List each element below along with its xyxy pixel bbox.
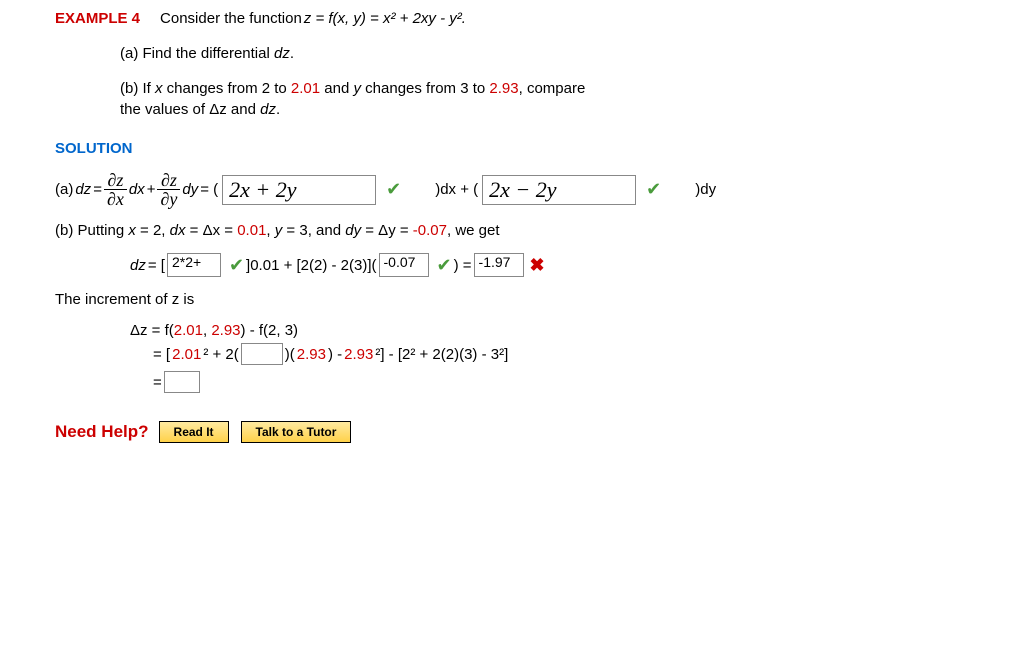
sol-b-dx: dx	[170, 222, 186, 239]
input-dy-val[interactable]: -0.07	[379, 253, 429, 277]
sol-a-eq2: = (	[200, 181, 218, 198]
inc-l2b: ² + 2(	[203, 346, 238, 363]
solb2-dz: dz	[130, 257, 146, 274]
sol-a-end: )dy	[695, 181, 716, 198]
sol-a-mid: )dx + (	[435, 181, 478, 198]
part-b-pre: (b) If	[120, 80, 155, 97]
input-result[interactable]: -1.97	[474, 253, 524, 277]
increment-label: The increment of z is	[55, 291, 1004, 308]
sol-a-eq: =	[93, 181, 102, 198]
fraction-dz-dx: ∂z ∂x	[104, 171, 127, 208]
sol-b-eq3: = 3, and	[282, 222, 345, 239]
check-icon: ✔	[646, 179, 661, 200]
part-b-y: y	[354, 80, 362, 97]
inc-l2e: ²] - [2² + 2(2)(3) - 3²]	[375, 346, 508, 363]
inc-l2c: )(	[285, 346, 295, 363]
talk-to-tutor-button[interactable]: Talk to a Tutor	[241, 421, 352, 443]
sol-a-dx: dx	[129, 181, 145, 198]
sol-a-dy: dy	[182, 181, 198, 198]
solb2-mid2: ) =	[454, 257, 472, 274]
sol-a-plus: +	[147, 181, 156, 198]
check-icon: ✔	[386, 179, 401, 200]
need-help-label: Need Help?	[55, 422, 149, 442]
check-icon: ✔	[229, 255, 244, 276]
frac2-num: ∂z	[157, 171, 180, 190]
example-prompt: Consider the function	[160, 10, 302, 27]
part-a-period: .	[290, 45, 294, 62]
inc-l2r3: 2.93	[344, 346, 373, 363]
inc-l2d: ) -	[328, 346, 342, 363]
example-label: EXAMPLE 4	[55, 10, 140, 27]
input-blank-2[interactable]	[164, 371, 200, 393]
input-term1[interactable]: 2*2+	[167, 253, 221, 277]
sol-b-pre: (b) Putting	[55, 222, 128, 239]
read-it-button[interactable]: Read It	[159, 421, 229, 443]
check-icon: ✔	[437, 255, 452, 276]
inc-l2r1: 2.01	[172, 346, 201, 363]
inc-l1a: Δz = f(	[130, 322, 174, 339]
inc-l1c: ) - f(2, 3)	[241, 322, 299, 339]
inc-l3: =	[153, 374, 162, 391]
sol-b-v2: -0.07	[413, 222, 447, 239]
sol-b-v1: 0.01	[237, 222, 266, 239]
example-equation: z = f(x, y) = x² + 2xy - y².	[304, 10, 466, 27]
part-b-dz: dz	[260, 101, 276, 118]
inc-l2a: = [	[153, 346, 170, 363]
input-dzdx[interactable]: 2x + 2y	[222, 175, 376, 205]
part-b-val1: 2.01	[291, 80, 320, 97]
part-a-text: (a) Find the differential	[120, 45, 274, 62]
solb2-eq: = [	[148, 257, 165, 274]
input-dzdy[interactable]: 2x − 2y	[482, 175, 636, 205]
frac1-num: ∂z	[104, 171, 127, 190]
fraction-dz-dy: ∂z ∂y	[157, 171, 180, 208]
frac1-den: ∂x	[104, 190, 127, 208]
solb2-mid1: ]0.01 + [2(2) - 2(3)](	[246, 257, 376, 274]
part-b-mid2: and	[320, 80, 353, 97]
part-b-val2: 2.93	[489, 80, 518, 97]
part-b-mid1: changes from 2 to	[163, 80, 291, 97]
sol-a-lead: (a)	[55, 181, 73, 198]
part-b-mid3: changes from 3 to	[361, 80, 489, 97]
inc-l1r2: 2.93	[211, 322, 240, 339]
frac2-den: ∂y	[157, 190, 180, 208]
sol-b-eq2: = Δx =	[186, 222, 238, 239]
inc-l1r1: 2.01	[174, 322, 203, 339]
sol-a-dz: dz	[75, 181, 91, 198]
sol-b-x: x	[128, 222, 136, 239]
sol-b-dy: dy	[345, 222, 361, 239]
part-b-x: x	[155, 80, 163, 97]
part-b-period: .	[276, 101, 280, 118]
cross-icon: ✖	[530, 255, 545, 276]
sol-b-mid1: ,	[266, 222, 274, 239]
sol-b-post: , we get	[447, 222, 500, 239]
part-b-post: , compare	[519, 80, 586, 97]
part-b-line2: the values of Δz and	[120, 101, 260, 118]
solution-label: SOLUTION	[55, 140, 1004, 157]
inc-l2r2: 2.93	[297, 346, 326, 363]
sol-b-eq1: = 2,	[136, 222, 170, 239]
part-a-dz: dz	[274, 45, 290, 62]
input-blank-1[interactable]	[241, 343, 283, 365]
sol-b-eq4: = Δy =	[361, 222, 413, 239]
